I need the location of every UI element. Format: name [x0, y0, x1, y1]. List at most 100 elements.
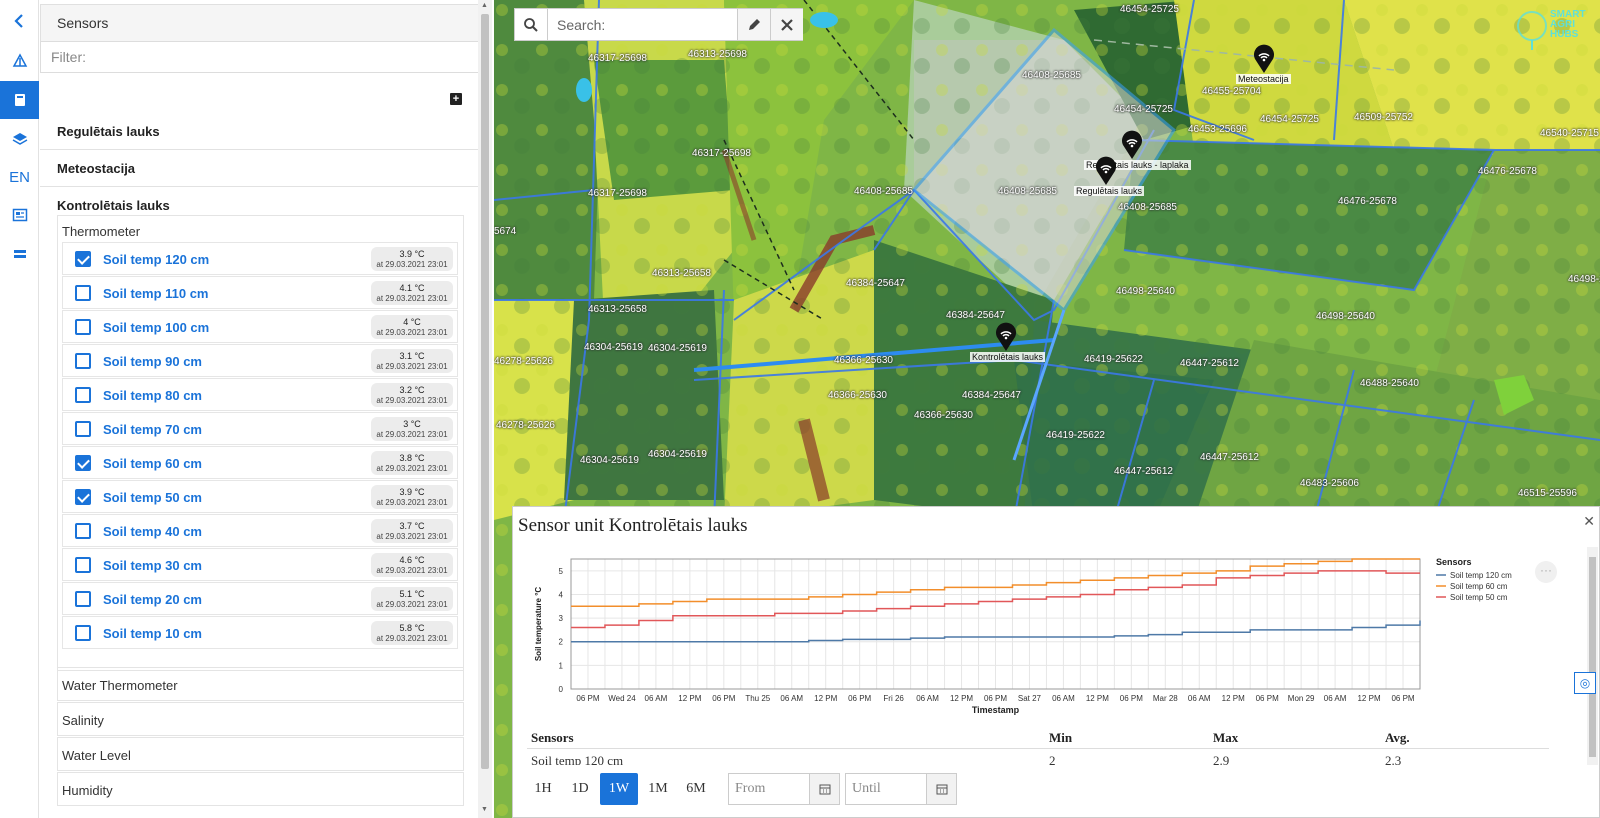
sensor-checkbox[interactable] — [75, 625, 91, 641]
filter-input[interactable] — [40, 41, 486, 73]
sensor-label[interactable]: Soil temp 80 cm — [103, 388, 202, 403]
sensor-value-badge: 3.8 °C at 29.03.2021 23:01 — [371, 451, 453, 475]
scrollbar-thumb[interactable] — [481, 14, 489, 769]
parcel-label: 46408-25685 — [1118, 202, 1177, 213]
sensor-checkbox[interactable] — [75, 523, 91, 539]
sensor-checkbox[interactable] — [75, 421, 91, 437]
scrollbar-thumb[interactable] — [1589, 557, 1596, 757]
pencil-icon[interactable] — [737, 9, 770, 40]
sensor-icon[interactable] — [0, 81, 39, 119]
group-regulated-field[interactable]: Regulētais lauks — [40, 114, 486, 150]
range-1d-button[interactable]: 1D — [561, 773, 599, 805]
map-search-input[interactable] — [549, 9, 737, 40]
parcel-label: 46447-25612 — [1200, 452, 1259, 463]
menu-icon[interactable] — [0, 235, 39, 273]
back-chevron-icon[interactable] — [0, 2, 39, 40]
sensor-checkbox[interactable] — [75, 285, 91, 301]
sensor-label[interactable]: Soil temp 40 cm — [103, 524, 202, 539]
y-tick-label: 4 — [559, 590, 564, 599]
sensor-timestamp: at 29.03.2021 23:01 — [376, 430, 448, 439]
sensor-label[interactable]: Soil temp 90 cm — [103, 354, 202, 369]
sensor-checkbox[interactable] — [75, 455, 91, 471]
sensor-label[interactable]: Soil temp 100 cm — [103, 320, 209, 335]
sensor-row[interactable]: Soil temp 20 cm 5.1 °C at 29.03.2021 23:01 — [62, 582, 458, 615]
sensor-checkbox[interactable] — [75, 353, 91, 369]
x-tick-label: 12 PM — [1086, 694, 1109, 703]
thermometer-title[interactable]: Thermometer — [62, 224, 140, 239]
wifi-marker-icon[interactable] — [1094, 156, 1118, 186]
from-date-input[interactable] — [729, 774, 809, 804]
locate-icon[interactable]: ◎ — [1574, 672, 1596, 694]
x-tick-label: 06 PM — [1120, 694, 1143, 703]
map-search-bar — [514, 8, 803, 41]
x-tick-label: 06 AM — [916, 694, 939, 703]
sensor-row[interactable]: Soil temp 40 cm 3.7 °C at 29.03.2021 23:01 — [62, 514, 458, 547]
wifi-marker-icon[interactable] — [1120, 130, 1144, 160]
category-water-level[interactable]: Water Level — [57, 737, 464, 771]
y-tick-label: 2 — [559, 638, 564, 647]
popup-scrollbar[interactable] — [1587, 547, 1598, 765]
y-axis-label: Soil temperature °C — [534, 587, 543, 662]
parcel-label: 46498-25640 — [1116, 286, 1175, 297]
sensor-row[interactable]: Soil temp 30 cm 4.6 °C at 29.03.2021 23:01 — [62, 548, 458, 581]
language-switch[interactable]: EN — [0, 158, 39, 196]
category-water-thermometer[interactable]: Water Thermometer — [57, 667, 464, 701]
sensor-value-badge: 3.2 °C at 29.03.2021 23:01 — [371, 383, 453, 407]
close-icon[interactable] — [770, 9, 803, 40]
parcel-label: 46453-25696 — [1188, 124, 1247, 135]
category-salinity[interactable]: Salinity — [57, 702, 464, 736]
sensor-row[interactable]: Soil temp 80 cm 3.2 °C at 29.03.2021 23:01 — [62, 378, 458, 411]
range-1w-button[interactable]: 1W — [600, 773, 638, 805]
wifi-marker-icon[interactable] — [1252, 44, 1276, 74]
stats-table: Sensors Min Max Avg. Soil temp 120 cm 2 … — [527, 725, 1549, 765]
sensor-label[interactable]: Soil temp 70 cm — [103, 422, 202, 437]
range-6m-button[interactable]: 6M — [677, 773, 715, 805]
sensor-label[interactable]: Soil temp 20 cm — [103, 592, 202, 607]
category-humidity[interactable]: Humidity — [57, 772, 464, 806]
group-meteostation[interactable]: Meteostacija — [40, 151, 486, 187]
wifi-marker-icon[interactable] — [994, 322, 1018, 352]
sensor-checkbox[interactable] — [75, 319, 91, 335]
sensor-row[interactable]: Soil temp 60 cm 3.8 °C at 29.03.2021 23:01 — [62, 446, 458, 479]
sensor-label[interactable]: Soil temp 110 cm — [103, 286, 209, 301]
sensor-row[interactable]: Soil temp 90 cm 3.1 °C at 29.03.2021 23:01 — [62, 344, 458, 377]
parcel-label: 46483-25606 — [1300, 478, 1359, 489]
chart-menu-icon[interactable]: ··· — [1535, 561, 1557, 583]
parcel-label: 46476-25678 — [1338, 196, 1397, 207]
sensor-row[interactable]: Soil temp 50 cm 3.9 °C at 29.03.2021 23:01 — [62, 480, 458, 513]
until-date-input[interactable] — [846, 774, 926, 804]
scroll-up-icon[interactable]: ▲ — [481, 2, 488, 9]
sensor-row[interactable]: Soil temp 100 cm 4 °C at 29.03.2021 23:01 — [62, 310, 458, 343]
sensor-checkbox[interactable] — [75, 251, 91, 267]
sensor-label[interactable]: Soil temp 50 cm — [103, 490, 202, 505]
calendar-icon[interactable] — [926, 774, 956, 804]
layers-icon[interactable] — [0, 120, 39, 158]
sensor-label[interactable]: Soil temp 60 cm — [103, 456, 202, 471]
x-tick-label: 12 PM — [1357, 694, 1380, 703]
scroll-down-icon[interactable]: ▼ — [481, 806, 488, 813]
calendar-icon[interactable] — [809, 774, 839, 804]
sensor-checkbox[interactable] — [75, 557, 91, 573]
sensor-label[interactable]: Soil temp 10 cm — [103, 626, 202, 641]
sensor-timestamp: at 29.03.2021 23:01 — [376, 396, 448, 405]
panel-scrollbar[interactable]: ▲ ▼ — [478, 0, 492, 818]
parcel-label: 46313-25658 — [652, 268, 711, 279]
sensor-label[interactable]: Soil temp 30 cm — [103, 558, 202, 573]
sensor-checkbox[interactable] — [75, 591, 91, 607]
sensor-row[interactable]: Soil temp 110 cm 4.1 °C at 29.03.2021 23:0… — [62, 276, 458, 309]
close-icon[interactable]: ✕ — [1583, 513, 1595, 530]
range-1m-button[interactable]: 1M — [639, 773, 677, 805]
sensor-checkbox[interactable] — [75, 387, 91, 403]
sensor-label[interactable]: Soil temp 120 cm — [103, 252, 209, 267]
sensor-row[interactable]: Soil temp 70 cm 3 °C at 29.03.2021 23:01 — [62, 412, 458, 445]
search-icon[interactable] — [515, 9, 548, 40]
sensor-row[interactable]: Soil temp 10 cm 5.8 °C at 29.03.2021 23:01 — [62, 616, 458, 649]
range-1h-button[interactable]: 1H — [524, 773, 562, 805]
satellite-icon[interactable] — [0, 42, 39, 80]
add-icon[interactable]: + — [450, 93, 462, 105]
sensor-checkbox[interactable] — [75, 489, 91, 505]
x-tick-label: 06 PM — [984, 694, 1007, 703]
news-icon[interactable] — [0, 196, 39, 234]
sensor-value-badge: 5.8 °C at 29.03.2021 23:01 — [371, 621, 453, 645]
sensor-row[interactable]: Soil temp 120 cm 3.9 °C at 29.03.2021 23:0… — [62, 242, 458, 275]
